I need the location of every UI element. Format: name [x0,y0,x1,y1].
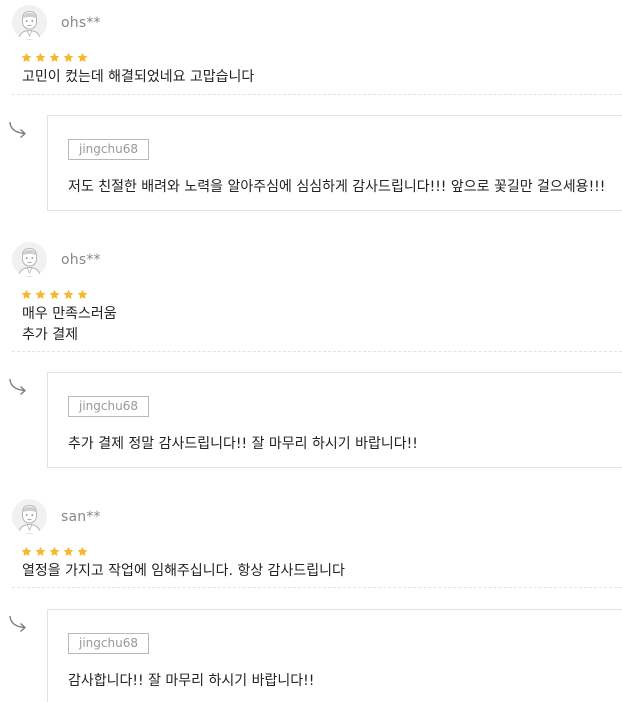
star-rating [21,52,88,64]
user-avatar-icon [12,242,47,277]
star-icon [63,546,74,556]
seller-name-tag: jingchu68 [68,633,149,654]
reply-arrow-icon [9,121,26,138]
reply-text: 감사합니다!! 잘 마무리 하시기 바랍니다!! [68,673,315,689]
star-icon [77,289,88,299]
review-item: san** 열정을 가지고 작업에 임해주십니다. 항상 감사드립니다 jing… [0,494,622,702]
star-icon [63,289,74,299]
star-icon [35,52,46,62]
seller-name-tag: jingchu68 [68,139,149,160]
star-icon [49,546,60,556]
review-text: 고민이 컸는데 해결되었네요 고맙습니다 [22,69,255,85]
review-item: ohs** 매우 만족스러움 추가 결제 jingchu68 추가 결제 정말 … [0,237,622,468]
review-divider [12,351,622,352]
star-icon [49,289,60,299]
review-text: 열정을 가지고 작업에 임해주십니다. 항상 감사드립니다 [22,563,345,579]
star-icon [77,52,88,62]
star-icon [49,52,60,62]
review-divider [12,94,622,95]
user-avatar-icon [12,499,47,534]
star-icon [21,546,32,556]
reply-text: 추가 결제 정말 감사드립니다!! 잘 마무리 하시기 바랍니다!! [68,436,418,452]
review-divider [12,587,622,588]
seller-name-tag: jingchu68 [68,396,149,417]
user-avatar-icon [12,5,47,40]
reviewer-username: ohs** [61,15,101,31]
reply-arrow-icon [9,615,26,632]
star-rating [21,289,88,301]
seller-reply: jingchu68 저도 친절한 배려와 노력을 알아주심에 심심하게 감사드립… [47,115,622,211]
star-icon [21,289,32,299]
review-item: ohs** 고민이 컸는데 해결되었네요 고맙습니다 jingchu68 저도 … [0,0,622,211]
star-rating [21,546,88,558]
reviewer-username: san** [61,509,101,525]
reply-arrow-icon [9,378,26,395]
review-text: 매우 만족스러움 추가 결제 [22,306,117,343]
star-icon [35,546,46,556]
star-icon [35,289,46,299]
star-icon [77,546,88,556]
reviewer-username: ohs** [61,252,101,268]
star-icon [21,52,32,62]
reply-text: 저도 친절한 배려와 노력을 알아주심에 심심하게 감사드립니다!!! 앞으로 … [68,179,606,195]
star-icon [63,52,74,62]
seller-reply: jingchu68 추가 결제 정말 감사드립니다!! 잘 마무리 하시기 바랍… [47,372,622,468]
seller-reply: jingchu68 감사합니다!! 잘 마무리 하시기 바랍니다!! [47,609,622,702]
